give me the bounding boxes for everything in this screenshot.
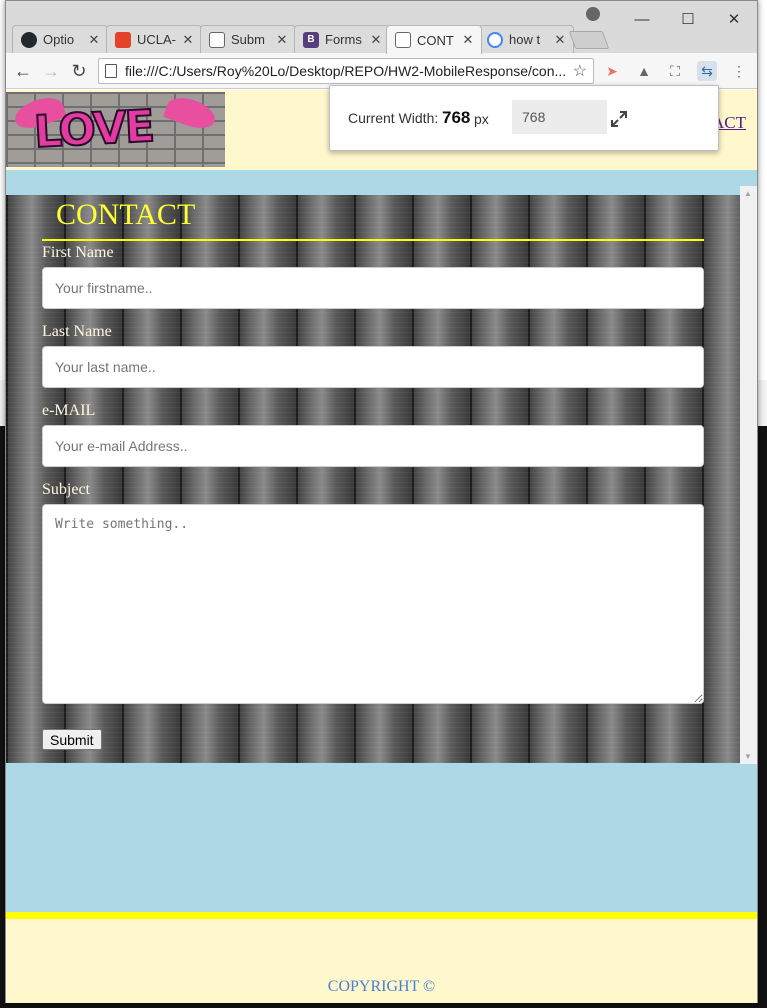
back-arrow-icon[interactable]: ← xyxy=(12,60,34,82)
close-icon[interactable]: ✕ xyxy=(181,32,195,48)
last-name-label: Last Name xyxy=(42,323,112,340)
expand-icon[interactable] xyxy=(610,110,628,128)
site-footer: COPYRIGHT © xyxy=(6,919,757,1003)
new-tab-button[interactable] xyxy=(568,31,610,49)
subject-textarea[interactable] xyxy=(42,504,704,704)
contact-section: CONTACT First Name Last Name e-MAIL Subj… xyxy=(6,195,740,763)
reload-icon[interactable]: ↻ xyxy=(68,60,90,82)
title-divider xyxy=(42,239,704,241)
tab-label: CONT xyxy=(417,32,454,48)
close-icon[interactable]: ✕ xyxy=(87,32,101,48)
page-viewport: LOVE ACT CONTACT First Name Last Name e-… xyxy=(6,90,757,1003)
bootstrap-icon: B xyxy=(303,31,319,48)
tab-gitlab[interactable]: UCLA- ✕ xyxy=(106,25,202,53)
tab-label: Forms xyxy=(325,32,362,47)
google-icon xyxy=(487,31,503,48)
tab-forms[interactable]: B Forms ✕ xyxy=(294,25,390,53)
window-controls: — ☐ ✕ xyxy=(619,1,757,37)
bookmark-star-icon[interactable]: ☆ xyxy=(573,61,587,81)
current-width-label: Current Width: xyxy=(348,110,439,126)
address-bar[interactable]: file:///C:/Users/Roy%20Lo/Desktop/REPO/H… xyxy=(98,58,594,84)
tab-label: how t xyxy=(509,32,541,47)
scroll-down-arrow-icon[interactable]: ▼ xyxy=(744,752,752,761)
close-window-icon[interactable]: ✕ xyxy=(711,1,757,37)
tab-contact[interactable]: CONT ✕ xyxy=(386,25,482,54)
subject-label: Subject xyxy=(42,481,90,498)
close-icon[interactable]: ✕ xyxy=(461,32,475,48)
submit-button[interactable]: Submit xyxy=(42,729,102,750)
url-text: file:///C:/Users/Roy%20Lo/Desktop/REPO/H… xyxy=(125,63,567,79)
minimize-icon[interactable]: — xyxy=(619,1,665,37)
close-icon[interactable]: ✕ xyxy=(369,32,383,48)
email-input[interactable] xyxy=(42,425,704,467)
extension-icon[interactable]: ➤ xyxy=(602,61,622,81)
screenshot-icon[interactable]: ⛶ xyxy=(665,61,685,81)
page-icon xyxy=(395,32,411,48)
copyright-text: COPYRIGHT © xyxy=(327,978,436,995)
close-icon[interactable]: ✕ xyxy=(553,32,567,48)
first-name-input[interactable] xyxy=(42,267,704,309)
drive-icon[interactable]: ▲ xyxy=(634,61,654,81)
tab-submit[interactable]: Subm ✕ xyxy=(200,25,296,53)
page-scrollbar[interactable]: ▲ ▼ xyxy=(740,186,757,764)
gitlab-icon xyxy=(115,31,131,48)
menu-kebab-icon[interactable]: ⋮ xyxy=(729,61,749,81)
footer-divider xyxy=(6,912,757,919)
forward-arrow-icon[interactable]: → xyxy=(40,60,62,82)
width-input[interactable] xyxy=(512,100,607,134)
tab-google[interactable]: how t ✕ xyxy=(478,25,574,53)
tab-label: UCLA- xyxy=(137,32,177,47)
current-width-value: 768 xyxy=(442,108,471,127)
scroll-up-arrow-icon[interactable]: ▲ xyxy=(744,189,752,198)
first-name-label: First Name xyxy=(42,244,114,261)
logo-text: LOVE xyxy=(32,100,155,159)
close-icon[interactable]: ✕ xyxy=(275,32,289,48)
responsive-viewer-icon[interactable]: ⇆ xyxy=(697,61,717,81)
browser-toolbar: ← → ↻ file:///C:/Users/Roy%20Lo/Desktop/… xyxy=(6,53,757,89)
maximize-icon[interactable]: ☐ xyxy=(665,1,711,37)
love-logo: LOVE xyxy=(6,92,225,167)
page-icon xyxy=(105,64,117,78)
page-icon xyxy=(209,31,225,48)
github-icon xyxy=(21,31,37,48)
tab-github[interactable]: Optio ✕ xyxy=(12,25,108,53)
tab-label: Subm xyxy=(231,32,265,47)
contact-title: CONTACT xyxy=(56,198,196,231)
profile-icon[interactable] xyxy=(586,7,600,21)
responsive-width-popup: Current Width: 768 px xyxy=(329,85,719,151)
last-name-input[interactable] xyxy=(42,346,704,388)
tab-strip: Optio ✕ UCLA- ✕ Subm ✕ B Forms ✕ CONT ✕ … xyxy=(6,1,757,54)
email-label: e-MAIL xyxy=(42,402,96,419)
tab-label: Optio xyxy=(43,32,75,47)
current-width-unit: px xyxy=(474,111,489,127)
